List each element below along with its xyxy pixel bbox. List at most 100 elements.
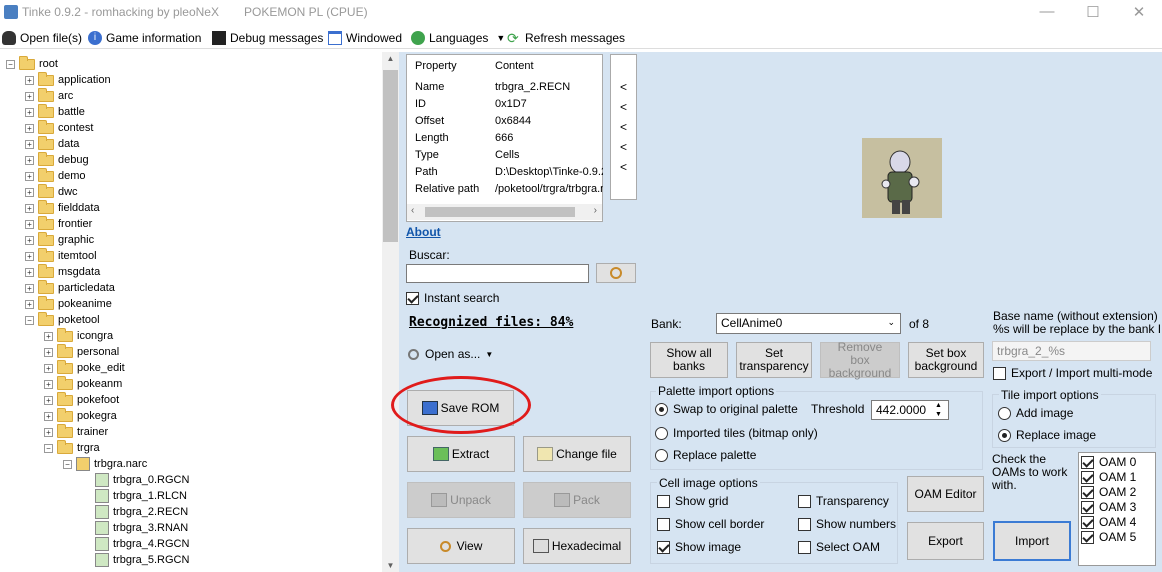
oam-checkbox[interactable]: OAM 2 [1081,485,1136,499]
expand-icon[interactable]: + [25,235,34,245]
expand-icon[interactable]: + [25,107,34,117]
scroll-down-icon[interactable]: ▼ [382,561,399,570]
expand-icon[interactable]: + [25,219,34,229]
expand-icon[interactable]: + [25,299,34,309]
expand-icon[interactable]: + [25,171,34,181]
export-button[interactable]: Export [907,522,984,560]
table-row[interactable]: Relative path/poketool/trgra/trbgra.na [415,183,603,199]
pack-button[interactable]: Pack [523,482,631,518]
instant-search-checkbox[interactable]: Instant search [406,291,499,305]
game-information-menu[interactable]: i Game information [88,30,201,46]
tree-folder[interactable]: − root [6,55,58,72]
show-numbers-checkbox[interactable]: Show numbers [798,517,896,531]
windowed-menu[interactable]: Windowed [328,30,402,46]
threshold-spinner[interactable]: ▲ ▼ [935,401,942,419]
replace-palette-radio[interactable]: Replace palette [655,448,756,462]
debug-messages-menu[interactable]: Debug messages [212,30,323,46]
tree-folder[interactable]: + trainer [44,423,108,440]
expand-icon[interactable]: + [44,379,53,389]
extract-button[interactable]: Extract [407,436,515,472]
refresh-messages-menu[interactable]: ⟳ Refresh messages [507,30,625,46]
expand-icon[interactable]: + [25,267,34,277]
oam-checkbox[interactable]: OAM 0 [1081,455,1136,469]
tree-folder[interactable]: + personal [44,343,119,360]
expand-icon[interactable]: + [44,427,53,437]
expand-icon[interactable]: + [25,283,34,293]
expand-icon[interactable]: + [25,251,34,261]
tree-file[interactable]: − trbgra.narc [63,456,147,472]
tree-folder[interactable]: + itemtool [25,247,97,264]
tree-file[interactable]: trbgra_5.RGCN [82,552,189,568]
collapse-icon[interactable]: − [6,59,15,69]
import-button[interactable]: Import [993,521,1071,561]
tree-file[interactable]: trbgra_1.RLCN [82,488,187,504]
nav-prev-button[interactable]: < [620,140,627,154]
set-box-background-button[interactable]: Set box background [908,342,984,378]
expand-icon[interactable]: + [25,155,34,165]
tree-folder[interactable]: + application [25,71,111,88]
search-button[interactable] [596,263,636,283]
tree-folder[interactable]: + msgdata [25,263,100,280]
hexadecimal-button[interactable]: Hexadecimal [523,528,631,564]
table-row[interactable]: Length 666 [415,132,513,148]
table-hscrollbar[interactable]: ‹ › [407,204,602,220]
collapse-icon[interactable]: − [25,315,34,325]
unpack-button[interactable]: Unpack [407,482,515,518]
tree-scroll-thumb[interactable] [383,70,398,242]
tree-folder[interactable]: + arc [25,87,73,104]
scroll-right-icon[interactable]: › [594,205,597,216]
tree-folder[interactable]: + particledata [25,279,115,296]
expand-icon[interactable]: + [25,75,34,85]
tree-folder[interactable]: − poketool [25,311,100,328]
close-button[interactable]: ✕ [1124,3,1154,21]
export-import-multi-checkbox[interactable]: Export / Import multi-mode [993,366,1152,380]
expand-icon[interactable]: + [25,91,34,101]
tree-folder[interactable]: + contest [25,119,93,136]
hscroll-thumb[interactable] [425,207,575,217]
table-row[interactable]: Path D:\Desktop\Tinke-0.9.2 [415,166,603,182]
oam-checkbox[interactable]: OAM 5 [1081,530,1136,544]
tree-folder[interactable]: + poke_edit [44,359,125,376]
tree-file[interactable]: trbgra_3.RNAN [82,520,188,536]
show-cell-border-checkbox[interactable]: Show cell border [657,517,764,531]
remove-box-background-button[interactable]: Remove box background [820,340,900,379]
tree-file[interactable]: trbgra_2.RECN [82,504,188,520]
oam-checkbox[interactable]: OAM 4 [1081,515,1136,529]
nav-prev-button[interactable]: < [620,100,627,114]
replace-image-radio[interactable]: Replace image [998,428,1096,442]
expand-icon[interactable]: + [25,123,34,133]
set-transparency-button[interactable]: Set transparency [736,342,812,378]
collapse-icon[interactable]: − [63,459,72,469]
change-file-button[interactable]: Change file [523,436,631,472]
bank-select[interactable]: CellAnime0 ⌄ [716,313,901,334]
tree-folder[interactable]: + icongra [44,327,113,344]
tree-folder[interactable]: + battle [25,103,85,120]
table-row[interactable]: Type Cells [415,149,519,165]
table-row[interactable]: Offset 0x6844 [415,115,531,131]
select-oam-checkbox[interactable]: Select OAM [798,540,880,554]
tree-file[interactable]: trbgra_4.RGCN [82,536,189,552]
scroll-up-icon[interactable]: ▲ [382,54,399,63]
open-as-menu[interactable]: Open as... ▼ [408,347,493,361]
tree-folder[interactable]: + demo [25,167,86,184]
expand-icon[interactable]: + [25,203,34,213]
maximize-button[interactable]: ☐ [1078,3,1108,21]
view-button[interactable]: View [407,528,515,564]
oam-editor-button[interactable]: OAM Editor [907,476,984,512]
swap-palette-radio[interactable]: Swap to original palette [655,402,798,416]
tree-folder[interactable]: + frontier [25,215,92,232]
expand-icon[interactable]: + [44,331,53,341]
tree-folder[interactable]: + pokeanime [25,295,112,312]
expand-icon[interactable]: + [25,139,34,149]
table-row[interactable]: ID 0x1D7 [415,98,527,114]
tree-folder[interactable]: + debug [25,151,89,168]
oam-checkbox[interactable]: OAM 1 [1081,470,1136,484]
search-input[interactable] [406,264,589,283]
nav-prev-button[interactable]: < [620,80,627,94]
collapse-icon[interactable]: − [44,443,53,453]
nav-prev-button[interactable]: < [620,160,627,174]
show-image-checkbox[interactable]: Show image [657,540,741,554]
transparency-checkbox[interactable]: Transparency [798,494,889,508]
tree-folder[interactable]: + pokegra [44,407,117,424]
tree-file[interactable]: trbgra_0.RGCN [82,472,189,488]
